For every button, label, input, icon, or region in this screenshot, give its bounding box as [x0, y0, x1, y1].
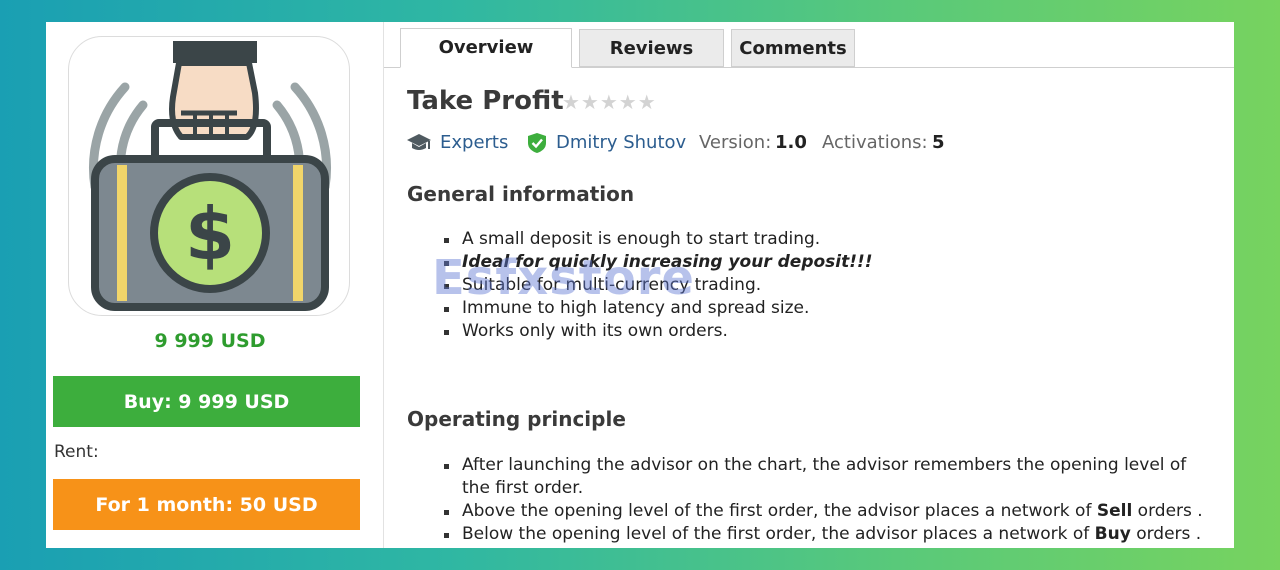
- activations-value: 5: [932, 132, 945, 153]
- purchase-sidebar: $ 9 999 USD Buy: 9 999 USD Rent: For 1 m…: [46, 22, 376, 548]
- category-link[interactable]: Experts: [440, 132, 508, 153]
- tab-comments[interactable]: Comments: [731, 29, 855, 67]
- list-item: Above the opening level of the first ord…: [444, 500, 1203, 523]
- rent-1-month-button[interactable]: For 1 month: 50 USD: [53, 479, 360, 530]
- list-item: Ideal for quickly increasing your deposi…: [444, 251, 873, 274]
- graduation-cap-icon: [406, 132, 432, 159]
- item-text: orders .: [1132, 501, 1203, 521]
- item-text: Below the opening level of the first ord…: [462, 524, 1095, 544]
- price-label: 9 999 USD: [154, 330, 266, 352]
- operating-principle-heading: Operating principle: [407, 407, 626, 431]
- product-title: Take Profit: [407, 86, 564, 116]
- list-item: Below the opening level of the first ord…: [444, 523, 1203, 546]
- general-info-list: A small deposit is enough to start tradi…: [444, 228, 873, 343]
- product-details: Overview Reviews Comments Take Profit ★★…: [384, 22, 1234, 548]
- list-item: Immune to high latency and spread size.: [444, 297, 873, 320]
- tab-overview[interactable]: Overview: [400, 28, 572, 68]
- tab-reviews[interactable]: Reviews: [579, 29, 724, 67]
- list-item: Suitable for multi-currency trading.: [444, 274, 873, 297]
- rating-stars[interactable]: ★★★★★: [562, 90, 657, 114]
- verified-shield-icon: [526, 132, 548, 159]
- sell-keyword: Sell: [1096, 501, 1133, 521]
- product-logo: $: [68, 36, 350, 316]
- activations-label: Activations:: [822, 132, 928, 153]
- version-value: 1.0: [775, 132, 807, 153]
- item-text: Above the opening level of the first ord…: [462, 501, 1097, 521]
- item-text: the first order.: [462, 478, 584, 498]
- item-text: After launching the advisor on the chart…: [462, 455, 1187, 475]
- version-label: Version:: [699, 132, 772, 153]
- operating-principle-list: After launching the advisor on the chart…: [444, 454, 1203, 546]
- buy-keyword: Buy: [1094, 524, 1131, 544]
- general-info-heading: General information: [407, 182, 635, 206]
- list-item: Works only with its own orders.: [444, 320, 873, 343]
- list-item: After launching the advisor on the chart…: [444, 454, 1203, 500]
- author-link[interactable]: Dmitry Shutov: [556, 132, 686, 153]
- buy-button[interactable]: Buy: 9 999 USD: [53, 376, 360, 427]
- item-text: orders .: [1130, 524, 1202, 544]
- svg-text:$: $: [185, 192, 235, 276]
- rent-label: Rent:: [54, 442, 99, 462]
- list-item: A small deposit is enough to start tradi…: [444, 228, 873, 251]
- money-briefcase-icon: $: [89, 41, 331, 311]
- product-page: $ 9 999 USD Buy: 9 999 USD Rent: For 1 m…: [46, 22, 1234, 548]
